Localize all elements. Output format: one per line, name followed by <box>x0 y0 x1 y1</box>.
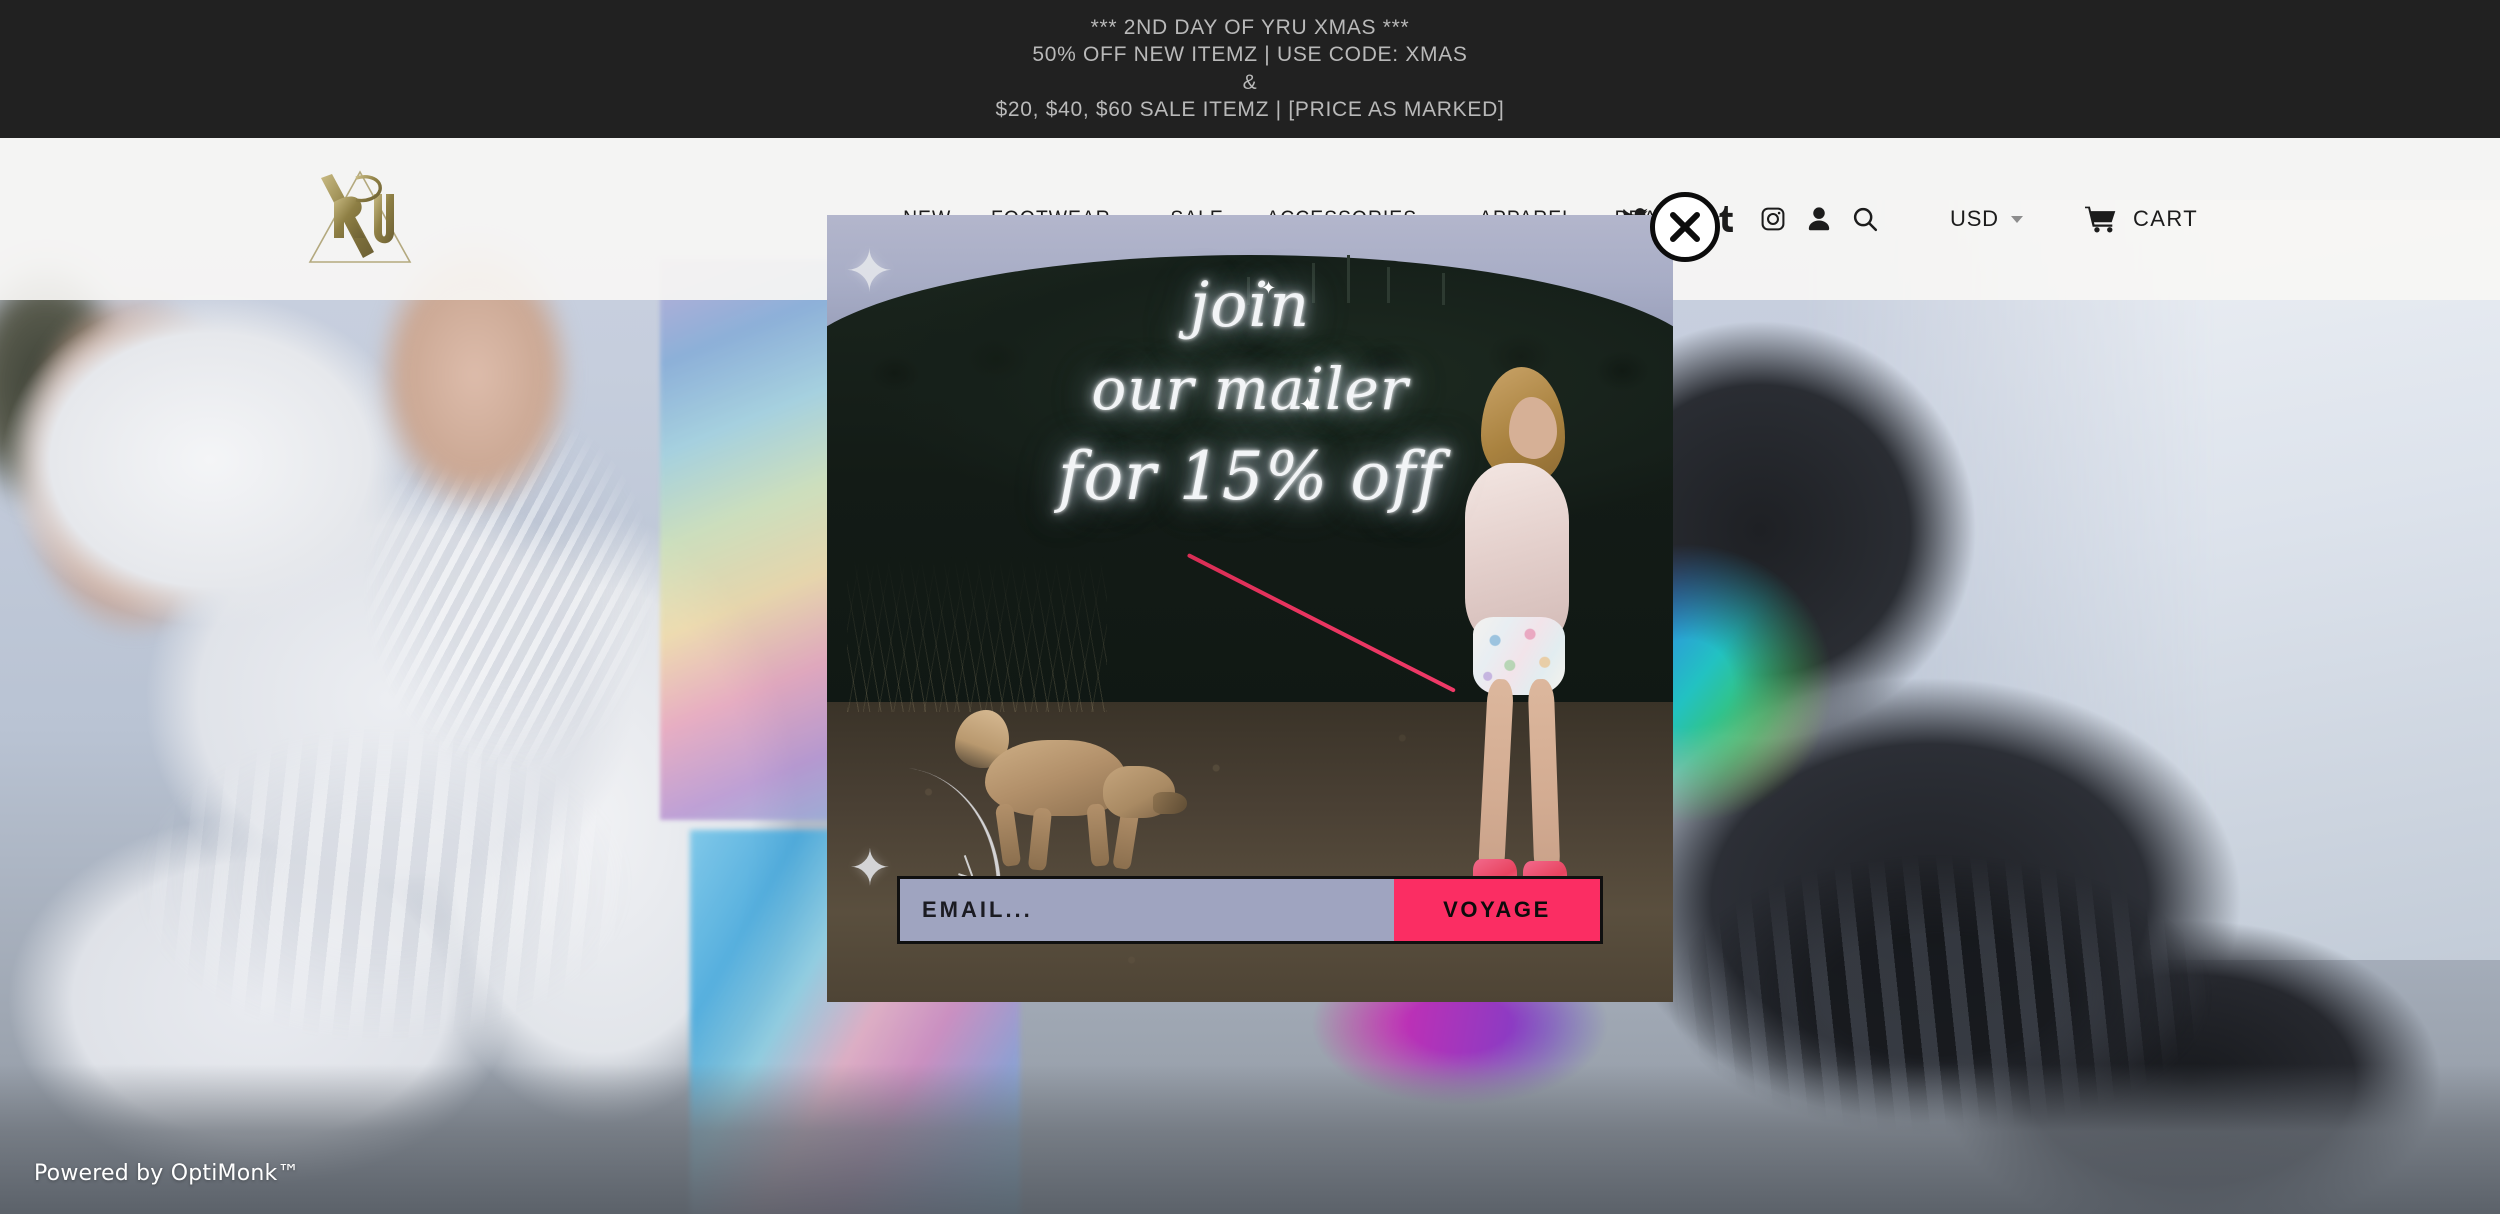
search-icon[interactable] <box>1842 198 1888 240</box>
currency-value: USD <box>1950 206 1999 231</box>
chevron-down-icon <box>2010 215 2023 223</box>
currency-selector[interactable]: USD <box>1950 206 2023 232</box>
close-icon <box>1670 212 1700 242</box>
hero-ground <box>0 1064 2500 1214</box>
cart-icon <box>2085 206 2116 233</box>
account-icon[interactable] <box>1796 198 1842 240</box>
announcement-line-1: *** 2ND DAY OF YRU XMAS *** <box>1090 16 1410 40</box>
email-input[interactable] <box>900 879 1394 941</box>
site-logo[interactable] <box>290 150 430 290</box>
user-glyph <box>1808 207 1830 231</box>
powered-by-optimonk: Powered by OptiMonk™ <box>34 1161 300 1186</box>
modal-photo-antenna <box>1247 277 1250 305</box>
modal-photo-model <box>1186 367 1587 923</box>
tumblr-glyph <box>1719 206 1733 232</box>
instagram-glyph <box>1761 207 1785 231</box>
voyage-submit-button[interactable]: VOYAGE <box>1394 879 1600 941</box>
cart-button[interactable]: CART <box>2085 205 2198 233</box>
yru-logo-icon <box>308 170 412 263</box>
modal-photo-antenna <box>1347 255 1350 303</box>
announcement-line-4: $20, $40, $60 SALE ITEMZ | [PRICE AS MAR… <box>995 97 1505 121</box>
magnifier-glyph <box>1853 207 1878 232</box>
modal-photo-antenna <box>1312 263 1315 303</box>
instagram-icon[interactable] <box>1750 198 1796 240</box>
dog-snout <box>1153 792 1187 814</box>
model-shorts <box>1473 617 1565 695</box>
modal-close-button[interactable] <box>1650 192 1720 262</box>
model-leg-left <box>1477 678 1515 876</box>
announcement-bar: *** 2ND DAY OF YRU XMAS *** 50% OFF NEW … <box>0 0 2500 138</box>
announcement-line-2: 50% OFF NEW ITEMZ | USE CODE: XMAS <box>1032 43 1468 67</box>
modal-photo-grass <box>847 542 1107 712</box>
announcement-line-3: & <box>1242 70 1258 94</box>
modal-photo-antenna <box>1387 267 1390 303</box>
modal-photo-antenna <box>1442 273 1445 305</box>
star-decoration: ✦ <box>845 239 894 304</box>
page-root: *** 2ND DAY OF YRU XMAS *** 50% OFF NEW … <box>0 0 2500 1214</box>
newsletter-modal: ✦ ✦ join our mailer for 15% off ✦ ✦ VOYA… <box>827 215 1673 1002</box>
star-decoration: ✦ <box>849 840 891 896</box>
model-leg-right <box>1527 678 1561 876</box>
cart-label: CART <box>2133 206 2199 231</box>
newsletter-form: VOYAGE <box>897 876 1603 944</box>
